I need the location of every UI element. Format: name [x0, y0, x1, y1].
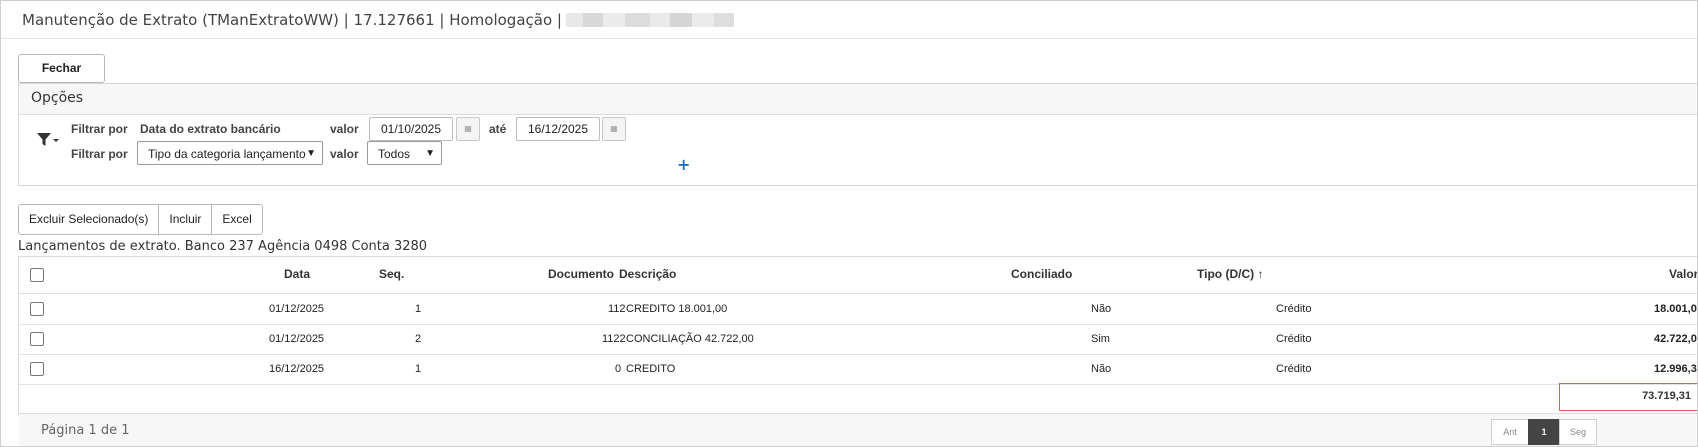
header-description[interactable]: Descrição — [619, 267, 676, 281]
excel-button[interactable]: Excel — [212, 205, 261, 234]
cell-description: CREDITO — [626, 363, 676, 375]
calendar-icon[interactable]: ▦ — [602, 117, 626, 141]
filter1-label: Filtrar por — [71, 122, 128, 136]
header-reconciled[interactable]: Conciliado — [1011, 267, 1072, 281]
cell-value: 18.001,00 — [1654, 303, 1697, 315]
cell-date: 01/12/2025 — [269, 303, 325, 315]
cell-reconciled: Não — [1091, 363, 1112, 375]
statement-table: Data Seq. Documento Descrição Conciliado… — [18, 256, 1697, 415]
cell-document: 112 — [608, 303, 626, 315]
total-cell: 73.719,31 — [1559, 383, 1697, 411]
value-select[interactable]: Todos ▼ — [367, 141, 442, 165]
cell-seq: 1 — [415, 363, 422, 375]
chevron-down-icon: ▼ — [425, 148, 435, 159]
row-checkbox[interactable] — [30, 332, 44, 346]
total-value: 73.719,31 — [1642, 390, 1691, 402]
header-date[interactable]: Data — [284, 267, 310, 281]
prev-page-button[interactable]: Ant — [1491, 419, 1529, 445]
filter2-label: Filtrar por — [71, 147, 128, 161]
chevron-down-icon: ▼ — [306, 148, 316, 159]
header-type-label: Tipo (D/C) — [1197, 267, 1255, 281]
page-1-button[interactable]: 1 — [1528, 419, 1560, 445]
arrow-up-icon: ↑ — [1257, 267, 1264, 281]
cell-type: Crédito — [1276, 363, 1312, 375]
options-header[interactable]: Opções — [19, 84, 1697, 115]
filter1-until-label: até — [489, 122, 507, 136]
header-document[interactable]: Documento — [548, 267, 614, 281]
cell-reconciled: Sim — [1091, 333, 1110, 345]
table-caption: Lançamentos de extrato. Banco 237 Agênci… — [18, 239, 428, 254]
cell-date: 01/12/2025 — [269, 333, 325, 345]
filter1-value-label: valor — [330, 122, 359, 136]
cell-description: CONCILIAÇÃO 42.722,00 — [626, 333, 754, 345]
cell-date: 16/12/2025 — [269, 363, 325, 375]
cell-seq: 1 — [415, 303, 422, 315]
cell-description: CREDITO 18.001,00 — [626, 303, 728, 315]
options-heading: Opções — [31, 90, 84, 106]
cell-seq: 2 — [415, 333, 422, 345]
category-select[interactable]: Tipo da categoria lançamento ▼ — [137, 141, 323, 165]
total-row — [19, 384, 1697, 415]
select-all-checkbox[interactable] — [30, 268, 44, 282]
window-title: Manutenção de Extrato (TManExtratoWW) | … — [22, 11, 734, 29]
date-from-input[interactable]: 01/10/2025 — [369, 117, 453, 141]
header-seq[interactable]: Seq. — [379, 267, 404, 281]
row-checkbox[interactable] — [30, 362, 44, 376]
calendar-icon[interactable]: ▦ — [456, 117, 480, 141]
header-type[interactable]: Tipo (D/C) ↑ — [1197, 267, 1263, 281]
table-row[interactable]: 01/12/2025 1 112 CREDITO 18.001,00 Não C… — [19, 294, 1697, 325]
value-select-value: Todos — [378, 147, 411, 161]
row-checkbox[interactable] — [30, 302, 44, 316]
cell-value: 12.996,31 — [1654, 363, 1697, 375]
add-filter-icon[interactable]: + — [677, 155, 690, 174]
pagination-bar: Página 1 de 1 Ant 1 Seg — [19, 413, 1697, 446]
cell-document: 0 — [615, 363, 622, 375]
delete-selected-button[interactable]: Excluir Selecionado(s) — [19, 205, 160, 234]
table-row[interactable]: 01/12/2025 2 1122 CONCILIAÇÃO 42.722,00 … — [19, 324, 1697, 355]
cell-type: Crédito — [1276, 303, 1312, 315]
filter1-field: Data do extrato bancário — [140, 122, 281, 136]
date-to-input[interactable]: 16/12/2025 — [516, 117, 600, 141]
title-text: Manutenção de Extrato (TManExtratoWW) | … — [22, 11, 562, 29]
filter-icon[interactable] — [36, 131, 60, 149]
cell-document: 1122 — [602, 333, 626, 345]
window-frame: Manutenção de Extrato (TManExtratoWW) | … — [0, 0, 1698, 447]
category-select-value: Tipo da categoria lançamento — [148, 147, 306, 161]
add-button[interactable]: Incluir — [159, 205, 213, 234]
header-value[interactable]: Valor — [1669, 267, 1697, 281]
next-page-button[interactable]: Seg — [1559, 419, 1597, 445]
page-info: Página 1 de 1 — [41, 423, 130, 438]
redacted-text — [565, 13, 734, 27]
cell-value: 42.722,00 — [1654, 333, 1697, 345]
action-button-group: Excluir Selecionado(s) Incluir Excel — [18, 204, 263, 235]
cell-reconciled: Não — [1091, 303, 1112, 315]
table-header: Data Seq. Documento Descrição Conciliado… — [19, 257, 1697, 294]
close-button[interactable]: Fechar — [18, 54, 105, 83]
title-bar: Manutenção de Extrato (TManExtratoWW) | … — [1, 1, 1697, 39]
cell-type: Crédito — [1276, 333, 1312, 345]
filter2-value-label: valor — [330, 147, 359, 161]
table-row[interactable]: 16/12/2025 1 0 CREDITO Não Crédito 12.99… — [19, 354, 1697, 385]
